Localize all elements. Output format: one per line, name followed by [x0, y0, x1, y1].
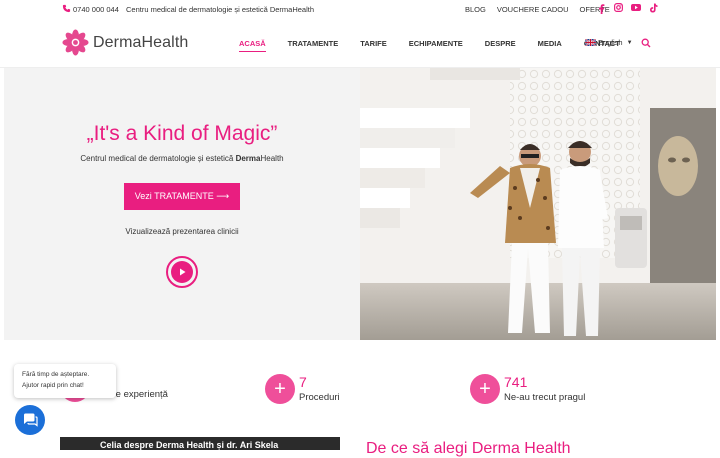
stat-label: Ne-au trecut pragul	[504, 392, 586, 403]
nav-item-about[interactable]: DESPRE	[485, 39, 516, 48]
plus-icon: +	[265, 374, 295, 404]
language-label: English	[598, 38, 623, 47]
logo-flower-icon	[62, 29, 89, 56]
stat-label: Proceduri	[299, 392, 340, 403]
hero-clinic-photo	[360, 68, 716, 340]
nav-item-home[interactable]: ACASĂ	[239, 39, 266, 52]
phone-icon	[62, 4, 71, 13]
top-links: BLOG VOUCHERE CADOU OFERTE	[465, 5, 610, 14]
play-video-button[interactable]	[166, 256, 198, 288]
language-selector[interactable]: English ▼	[585, 38, 633, 47]
chat-icon	[24, 413, 38, 427]
chevron-down-icon: ▼	[626, 39, 633, 46]
video-thumbnail[interactable]: Celia despre Derma Health și dr. Ari Ske…	[60, 437, 340, 450]
stat-procedures: + 7 Proceduri	[265, 374, 340, 404]
chat-prompt-line-2: Ajutor rapid prin chat!	[22, 382, 84, 389]
video-title: Celia despre Derma Health și dr. Ari Ske…	[100, 440, 279, 450]
chat-prompt-line-1: Fără timp de așteptare.	[22, 371, 90, 378]
nav-item-prices[interactable]: TARIFE	[360, 39, 387, 48]
tiktok-icon[interactable]	[649, 3, 658, 13]
top-link-vouchers[interactable]: VOUCHERE CADOU	[497, 5, 569, 14]
facebook-icon[interactable]	[597, 3, 606, 14]
chat-prompt-bubble[interactable]: Fără timp de așteptare. Ajutor rapid pri…	[14, 364, 116, 398]
play-icon	[171, 261, 193, 283]
main-header: DermaHealth ACASĂ TRATAMENTE TARIFE ECHI…	[0, 18, 720, 68]
hero-title: „It's a Kind of Magic”	[86, 122, 278, 145]
stat-visitors: + 741 Ne-au trecut pragul	[470, 374, 585, 404]
top-tagline: Centru medical de dermatologie și esteti…	[126, 5, 315, 14]
top-bar: 0740 000 044 Centru medical de dermatolo…	[0, 0, 720, 18]
stat-number: 7	[299, 374, 307, 390]
section-heading: De ce să alegi Derma Health	[366, 440, 571, 457]
nav-item-media[interactable]: MEDIA	[538, 39, 562, 48]
hero-section: „It's a Kind of Magic” Centrul medical d…	[4, 68, 716, 340]
logo[interactable]: DermaHealth	[62, 29, 188, 56]
logo-text: DermaHealth	[93, 33, 189, 51]
top-link-blog[interactable]: BLOG	[465, 5, 486, 14]
search-icon[interactable]	[641, 38, 651, 48]
view-treatments-button[interactable]: Vezi TRATAMENTE ⟶	[124, 183, 240, 210]
social-icons	[597, 3, 658, 14]
instagram-icon[interactable]	[614, 3, 623, 12]
hero-subtitle: Centrul medical de dermatologie și estet…	[80, 154, 284, 163]
nav-item-treatments[interactable]: TRATAMENTE	[288, 39, 339, 48]
hero-text-panel: „It's a Kind of Magic” Centrul medical d…	[4, 68, 360, 340]
youtube-icon[interactable]	[631, 3, 641, 12]
stat-number: 741	[504, 374, 528, 390]
main-nav: ACASĂ TRATAMENTE TARIFE ECHIPAMENTE DESP…	[239, 39, 642, 52]
nav-item-equipment[interactable]: ECHIPAMENTE	[409, 39, 463, 48]
chat-open-button[interactable]	[15, 405, 45, 435]
phone-number[interactable]: 0740 000 044	[73, 5, 119, 14]
plus-icon: +	[470, 374, 500, 404]
uk-flag-icon	[585, 39, 596, 46]
clinic-video-label[interactable]: Vizualizează prezentarea clinicii	[4, 227, 360, 236]
